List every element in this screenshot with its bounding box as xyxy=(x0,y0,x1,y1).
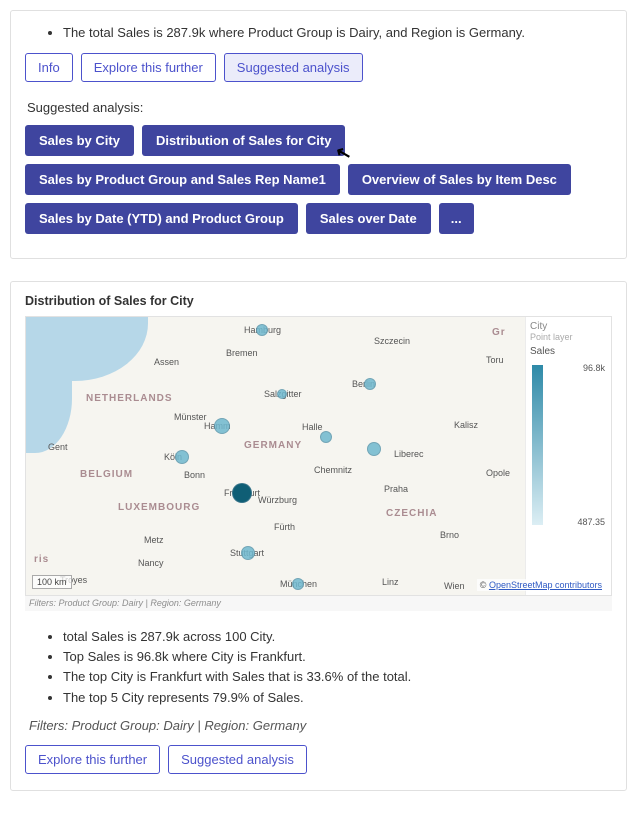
country-label: ris xyxy=(34,554,49,565)
city-label: Liberec xyxy=(394,449,424,459)
city-label: Opole xyxy=(486,468,510,478)
city-label: Linz xyxy=(382,577,399,587)
city-label: Fürth xyxy=(274,522,295,532)
city-marker[interactable] xyxy=(256,324,268,336)
legend-layer-name: City xyxy=(530,321,607,332)
city-marker[interactable] xyxy=(320,431,332,443)
suggested-chips-row-3: Sales by Date (YTD) and Product Group Sa… xyxy=(25,203,612,234)
summary-card: The total Sales is 287.9k where Product … xyxy=(10,10,627,259)
info-button[interactable]: Info xyxy=(25,53,73,82)
suggested-analysis-button[interactable]: Suggested analysis xyxy=(168,745,307,774)
city-label: Toru xyxy=(486,355,504,365)
suggested-analysis-button[interactable]: Suggested analysis xyxy=(224,53,363,82)
suggested-chips-row-1: Sales by City Distribution of Sales for … xyxy=(25,125,612,156)
legend-measure: Sales xyxy=(530,346,607,357)
explore-button[interactable]: Explore this further xyxy=(81,53,216,82)
chip-more[interactable]: ... xyxy=(439,203,474,234)
insight-bullets: total Sales is 287.9k across 100 City. T… xyxy=(25,627,612,708)
osm-prefix: © xyxy=(480,580,489,590)
city-label: Bonn xyxy=(184,470,205,480)
legend-min: 487.35 xyxy=(577,517,605,527)
city-label: Halle xyxy=(302,422,323,432)
summary-bullets: The total Sales is 287.9k where Product … xyxy=(25,23,612,43)
chip-sales-by-product-group-rep[interactable]: Sales by Product Group and Sales Rep Nam… xyxy=(25,164,340,195)
city-label: Würzburg xyxy=(258,495,297,505)
city-label: Brno xyxy=(440,530,459,540)
city-marker[interactable] xyxy=(364,378,376,390)
city-label: Nancy xyxy=(138,558,164,568)
filters-line: Filters: Product Group: Dairy | Region: … xyxy=(29,718,612,733)
map-attribution: © OpenStreetMap contributors xyxy=(477,579,605,591)
map-scalebar: 100 km xyxy=(32,575,72,589)
chip-sales-by-date-ytd-product-group[interactable]: Sales by Date (YTD) and Product Group xyxy=(25,203,298,234)
chip-overview-by-item-desc[interactable]: Overview of Sales by Item Desc xyxy=(348,164,571,195)
city-marker[interactable] xyxy=(175,450,189,464)
legend-max: 96.8k xyxy=(583,363,605,373)
city-label: Münster xyxy=(174,412,207,422)
cursor-icon: ↖ xyxy=(334,142,354,166)
insight-bullet: Top Sales is 96.8k where City is Frankfu… xyxy=(63,647,612,667)
chip-label: Distribution of Sales for City xyxy=(156,133,332,148)
city-label: Szczecin xyxy=(374,336,410,346)
city-label: Chemnitz xyxy=(314,465,352,475)
country-label: GERMANY xyxy=(244,440,302,451)
action-row: Info Explore this further Suggested anal… xyxy=(25,53,612,82)
chip-sales-over-date[interactable]: Sales over Date xyxy=(306,203,431,234)
country-label: Gr xyxy=(492,327,506,338)
city-label: Praha xyxy=(384,484,408,494)
chip-distribution-of-sales-for-city[interactable]: Distribution of Sales for City ↖ xyxy=(142,125,346,156)
chip-sales-by-city[interactable]: Sales by City xyxy=(25,125,134,156)
city-marker[interactable] xyxy=(367,442,381,456)
explore-button[interactable]: Explore this further xyxy=(25,745,160,774)
insight-bullet: The top City is Frankfurt with Sales tha… xyxy=(63,667,612,687)
insight-bullet: The top 5 City represents 79.9% of Sales… xyxy=(63,688,612,708)
map-filters-caption: Filters: Product Group: Dairy | Region: … xyxy=(25,596,612,617)
country-label: NETHERLANDS xyxy=(86,393,173,404)
city-marker[interactable] xyxy=(214,418,230,434)
suggested-chips-row-2: Sales by Product Group and Sales Rep Nam… xyxy=(25,164,612,195)
legend-gradient xyxy=(532,365,543,525)
suggested-label: Suggested analysis: xyxy=(27,100,612,115)
summary-bullet: The total Sales is 287.9k where Product … xyxy=(63,23,612,43)
map-legend: City Point layer Sales 96.8k 487.35 xyxy=(525,317,611,595)
chart-title: Distribution of Sales for City xyxy=(25,294,612,308)
country-label: BELGIUM xyxy=(80,469,133,480)
distribution-card: Distribution of Sales for City NETHERLAN… xyxy=(10,281,627,791)
map-visualization[interactable]: NETHERLANDS GERMANY BELGIUM LUXEMBOURG CZECH… xyxy=(25,316,612,596)
city-label: Gent xyxy=(48,442,68,452)
city-marker[interactable] xyxy=(292,578,304,590)
city-label: Wien xyxy=(444,581,465,591)
city-marker[interactable] xyxy=(277,389,287,399)
legend-layer-type: Point layer xyxy=(530,332,607,342)
city-label: Kalisz xyxy=(454,420,478,430)
city-marker[interactable] xyxy=(232,483,252,503)
country-label: LUXEMBOURG xyxy=(118,502,200,513)
map-canvas[interactable]: NETHERLANDS GERMANY BELGIUM LUXEMBOURG CZECH… xyxy=(26,317,611,595)
osm-link[interactable]: OpenStreetMap contributors xyxy=(489,580,602,590)
insight-bullet: total Sales is 287.9k across 100 City. xyxy=(63,627,612,647)
card2-action-row: Explore this further Suggested analysis xyxy=(25,745,612,774)
city-marker[interactable] xyxy=(241,546,255,560)
country-label: CZECHIA xyxy=(386,508,437,519)
city-label: Bremen xyxy=(226,348,258,358)
city-label: Metz xyxy=(144,535,164,545)
city-label: Assen xyxy=(154,357,179,367)
